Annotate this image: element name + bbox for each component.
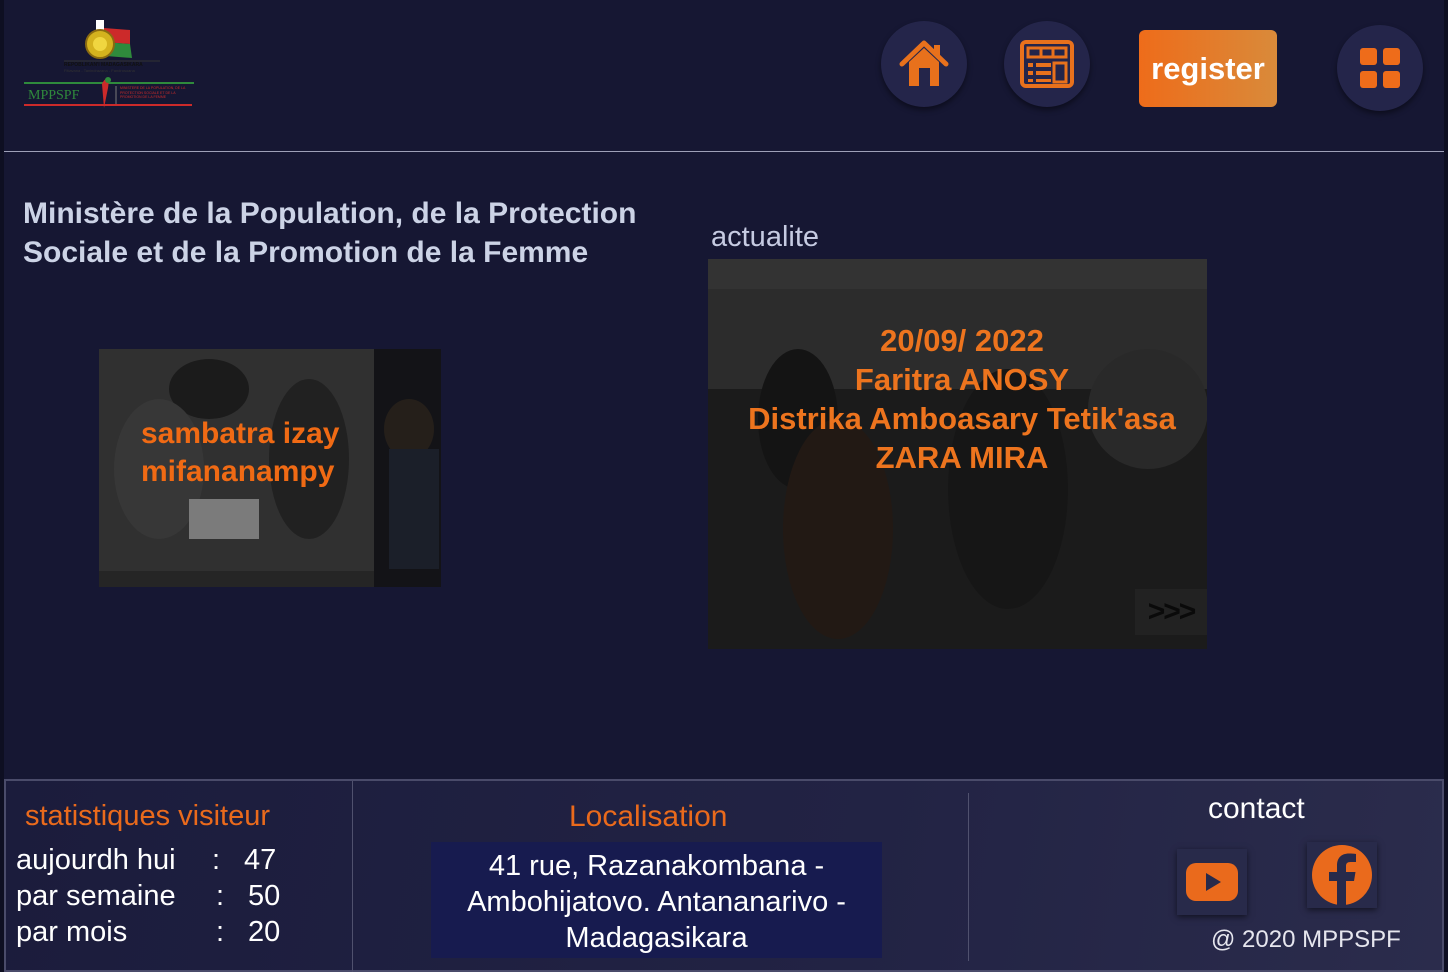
logo-ministry-name: MINISTERE DE LA POPULATION, DE LA PROTEC… [120, 86, 186, 99]
ministry-logo[interactable]: REPOBLIKAN'I MADAGASIKARA Fitiavana - Ta… [24, 18, 194, 113]
stat-value-today: 47 [244, 844, 277, 876]
promo-line-1: sambatra izay [141, 417, 340, 450]
address-box: 41 rue, Razanakombana - Ambohijatovo. An… [431, 842, 882, 958]
visitor-stats-title: statistiques visiteur [25, 800, 270, 832]
stat-separator: : [216, 880, 225, 912]
promo-caption: sambatra izay mifananampy [141, 415, 339, 491]
logo-motto: Fitiavana - Tanindrazana - Fandrosoana [64, 68, 135, 73]
copyright: @ 2020 MPPSPF [1211, 926, 1401, 953]
news-project: ZARA MIRA [875, 440, 1049, 475]
news-district: Distrika Amboasary Tetik'asa [748, 401, 1176, 436]
news-date: 20/09/ 2022 [880, 323, 1044, 358]
facebook-link[interactable] [1307, 842, 1377, 908]
register-button[interactable]: register [1139, 30, 1277, 107]
grid-menu-icon [1360, 48, 1400, 88]
menu-button[interactable] [1337, 25, 1423, 111]
promo-line-2: mifananampy [141, 455, 335, 488]
stat-separator: : [212, 844, 221, 876]
page-title: Ministère de la Population, de la Protec… [23, 197, 637, 269]
address-line-2: Ambohijatovo. Antananarivo - [467, 886, 846, 918]
home-button[interactable] [881, 21, 967, 107]
stat-label-today: aujourdh hui [16, 844, 176, 876]
stat-separator: : [216, 916, 225, 948]
stat-label-month: par mois [16, 916, 128, 948]
footer-divider-1 [352, 781, 353, 972]
location-title: Localisation [569, 800, 728, 833]
stat-label-week: par semaine [16, 880, 176, 912]
contact-title: contact [1208, 792, 1305, 825]
news-next-button[interactable]: >>> [1135, 589, 1207, 635]
logo-acronym: MPPSPF [28, 88, 80, 103]
news-section-label: actualite [711, 221, 820, 253]
address-line-3: Madagasikara [565, 922, 748, 954]
youtube-link[interactable] [1177, 849, 1247, 915]
news-card[interactable]: 20/09/ 2022 Faritra ANOSY Distrika Amboa… [708, 259, 1207, 649]
footer-divider-2 [968, 793, 969, 961]
home-icon [899, 40, 949, 86]
header-divider [4, 151, 1444, 152]
news-caption: 20/09/ 2022 Faritra ANOSY Distrika Amboa… [708, 321, 1207, 477]
facebook-icon [1312, 845, 1372, 905]
stat-value-week: 50 [248, 880, 281, 912]
news-region: Faritra ANOSY [854, 362, 1070, 397]
youtube-icon [1186, 863, 1238, 901]
news-icon [1020, 40, 1074, 88]
register-label: register [1151, 50, 1265, 86]
news-button[interactable] [1004, 21, 1090, 107]
stat-value-month: 20 [248, 916, 281, 948]
address-line-1: 41 rue, Razanakombana - [488, 850, 825, 882]
promo-card[interactable]: sambatra izay mifananampy [99, 349, 441, 587]
news-next-label: >>> [1147, 595, 1197, 628]
